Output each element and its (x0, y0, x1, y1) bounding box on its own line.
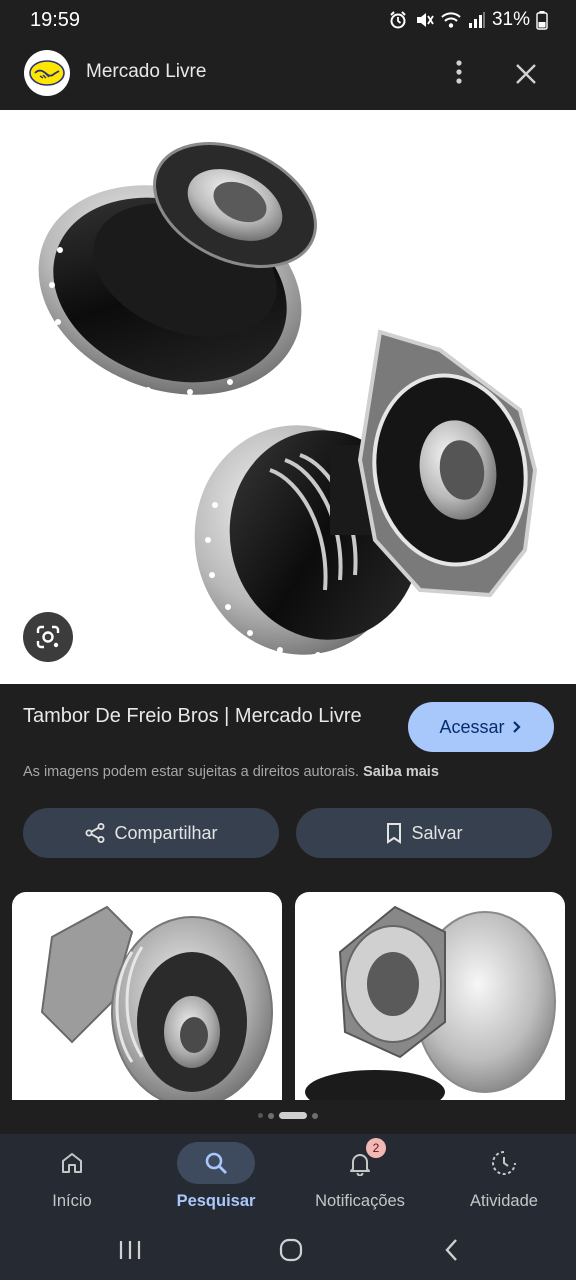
chevron-right-icon (512, 721, 521, 733)
carousel-pager (0, 1112, 576, 1119)
save-button[interactable]: Salvar (296, 808, 552, 858)
site-logo (24, 50, 70, 96)
more-options-icon[interactable] (446, 56, 472, 88)
related-image-1[interactable] (12, 892, 282, 1100)
product-image[interactable] (0, 110, 576, 684)
alarm-icon (390, 11, 406, 29)
site-title: Mercado Livre (86, 61, 207, 82)
system-navigation (0, 1220, 576, 1280)
brake-hub-image (38, 142, 538, 658)
related-hub-image-2 (305, 905, 556, 1100)
battery-icon (536, 11, 548, 30)
status-bar: 19:59 31% (0, 0, 576, 44)
status-icons: 31% (388, 9, 548, 31)
nav-label-home: Início (52, 1192, 92, 1210)
pager-dot (258, 1113, 263, 1118)
back-button[interactable] (432, 1234, 472, 1266)
close-icon[interactable] (510, 58, 542, 90)
home-system-button[interactable] (271, 1234, 311, 1266)
mute-icon (416, 13, 434, 27)
related-image-2[interactable] (295, 892, 565, 1100)
activity-icon (492, 1151, 516, 1175)
copyright-notice: As imagens podem estar sujeitas a direit… (23, 764, 439, 780)
search-icon (205, 1152, 227, 1174)
wifi-icon (441, 12, 461, 28)
nav-item-notifications[interactable]: 2 Notificações (288, 1134, 432, 1220)
pager-dot (268, 1112, 274, 1119)
signal-icon (468, 12, 485, 28)
back-chevron-icon (445, 1239, 457, 1261)
visit-button-label: Acessar (439, 716, 505, 737)
handshake-logo-icon (29, 60, 65, 86)
share-button[interactable]: Compartilhar (23, 808, 279, 858)
recent-apps-button[interactable] (110, 1234, 150, 1266)
google-lens-button[interactable] (23, 612, 73, 662)
nav-label-notifications: Notificações (315, 1192, 405, 1210)
home-icon (62, 1153, 82, 1173)
bottom-navigation: Início Pesquisar 2 Notificações Atividad… (0, 1134, 576, 1220)
result-title[interactable]: Tambor De Freio Bros | Mercado Livre (23, 702, 383, 730)
copyright-text: As imagens podem estar sujeitas a direit… (23, 764, 360, 780)
nav-item-search[interactable]: Pesquisar (144, 1134, 288, 1220)
nav-item-activity[interactable]: Atividade (432, 1134, 576, 1220)
bookmark-icon (387, 823, 402, 844)
nav-item-home[interactable]: Início (0, 1134, 144, 1220)
related-hub-image-1 (40, 905, 273, 1100)
save-label: Salvar (411, 822, 463, 843)
battery-percent: 31% (491, 9, 530, 30)
pager-dot-active (279, 1112, 307, 1119)
lens-icon (36, 625, 60, 649)
recent-apps-icon (119, 1241, 141, 1259)
status-time: 19:59 (30, 9, 81, 31)
share-icon (85, 823, 105, 843)
learn-more-link[interactable]: Saiba mais (363, 764, 439, 780)
related-images (0, 892, 576, 1100)
nav-label-search: Pesquisar (176, 1192, 256, 1210)
home-circle-icon (279, 1238, 303, 1262)
share-label: Compartilhar (114, 822, 218, 843)
pager-dot (312, 1112, 318, 1119)
nav-label-activity: Atividade (470, 1192, 538, 1210)
app-bar: Mercado Livre (0, 44, 576, 110)
visit-button[interactable]: Acessar (408, 702, 554, 752)
notification-badge: 2 (366, 1138, 386, 1158)
